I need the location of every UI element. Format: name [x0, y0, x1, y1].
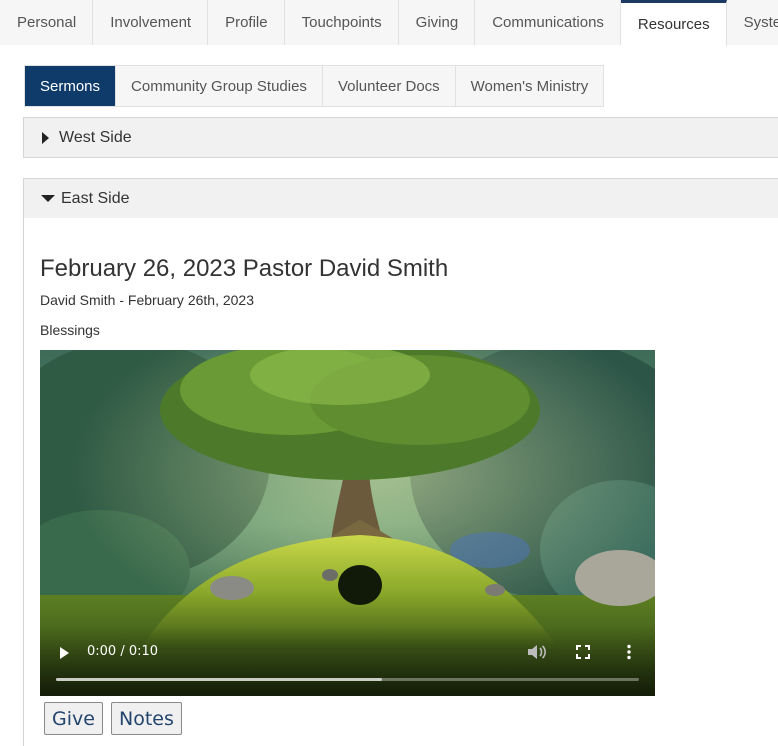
sermon-meta: David Smith - February 26th, 2023 — [40, 292, 254, 308]
video-controls: 0:00 / 0:10 — [40, 626, 655, 696]
volume-icon[interactable] — [527, 644, 547, 660]
tab-involvement[interactable]: Involvement — [93, 0, 209, 45]
video-time: 0:00 / 0:10 — [87, 644, 159, 659]
east-side-header[interactable]: East Side — [24, 179, 778, 218]
tab-community-group-studies[interactable]: Community Group Studies — [116, 66, 323, 106]
tab-womens-ministry[interactable]: Women's Ministry — [455, 66, 604, 106]
east-side-label: East Side — [61, 189, 130, 207]
tab-sermons[interactable]: Sermons — [25, 66, 117, 106]
sermon-title: February 26, 2023 Pastor David Smith — [40, 255, 449, 282]
play-icon[interactable] — [60, 647, 69, 659]
tab-personal[interactable]: Personal — [0, 0, 94, 45]
tab-volunteer-docs[interactable]: Volunteer Docs — [322, 66, 456, 106]
caret-right-icon — [42, 131, 49, 144]
tab-profile[interactable]: Profile — [208, 0, 285, 45]
west-side-label: West Side — [59, 128, 132, 146]
sermon-video-player[interactable]: 0:00 / 0:10 — [40, 350, 655, 696]
west-side-header[interactable]: West Side — [24, 118, 778, 157]
sermon-description: Blessings — [40, 322, 100, 338]
tab-communications[interactable]: Communications — [475, 0, 621, 45]
give-button[interactable]: Give — [44, 702, 103, 735]
tab-system[interactable]: System — [726, 0, 778, 45]
caret-down-icon — [41, 195, 55, 202]
tab-resources[interactable]: Resources — [620, 0, 727, 46]
east-side-panel: East Side February 26, 2023 Pastor David… — [23, 178, 778, 746]
top-tab-bar: Personal Involvement Profile Touchpoints… — [0, 0, 778, 46]
notes-button[interactable]: Notes — [111, 702, 182, 735]
more-options-icon[interactable] — [626, 644, 632, 660]
tab-giving[interactable]: Giving — [398, 0, 476, 45]
tab-touchpoints[interactable]: Touchpoints — [284, 0, 399, 45]
west-side-panel: West Side — [23, 117, 778, 158]
video-progress-bar[interactable] — [56, 678, 639, 681]
video-buffered-bar — [56, 678, 383, 681]
resource-tab-bar: Sermons Community Group Studies Voluntee… — [24, 65, 605, 107]
fullscreen-icon[interactable] — [576, 645, 590, 659]
